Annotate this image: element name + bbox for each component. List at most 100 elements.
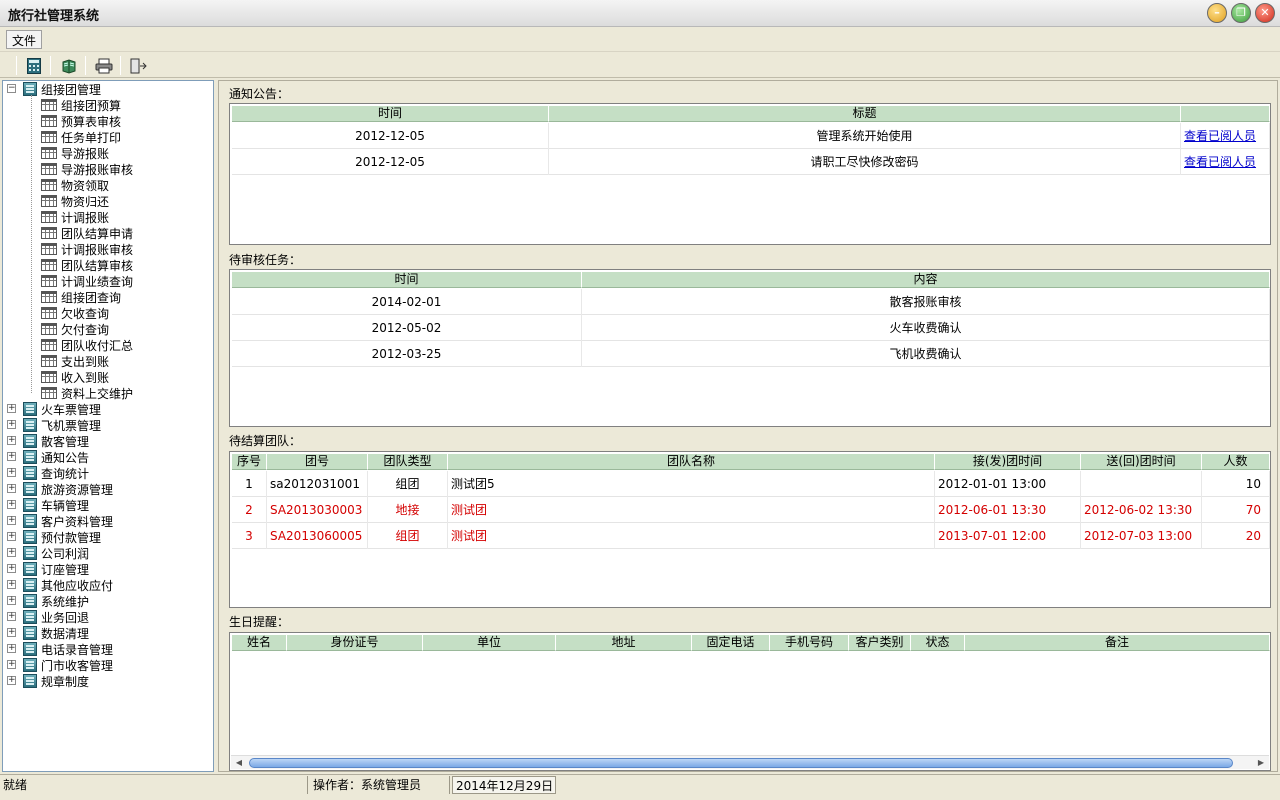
tree-item-child[interactable]: 计调报账审核	[3, 241, 133, 257]
tree-item-child[interactable]: 收入到账	[3, 369, 109, 385]
expand-icon[interactable]: +	[7, 420, 16, 429]
tree-item-group[interactable]: + 车辆管理	[3, 497, 89, 513]
view-readers-link[interactable]: 查看已阅人员	[1184, 155, 1256, 169]
tree-item-group[interactable]: + 门市收客管理	[3, 657, 113, 673]
table-row[interactable]: 2014-02-01 散客报账审核	[232, 289, 1270, 315]
expand-icon[interactable]: +	[7, 596, 16, 605]
calculator-icon[interactable]	[22, 55, 46, 76]
horizontal-scrollbar[interactable]: ◀ ▶	[231, 755, 1269, 769]
tree-item-group[interactable]: + 通知公告	[3, 449, 89, 465]
table-row[interactable]: 1 sa2012031001 组团 测试团5 2012-01-01 13:00 10	[232, 471, 1270, 497]
column-header[interactable]: 送(回)团时间	[1081, 454, 1202, 470]
column-header[interactable]: 序号	[232, 454, 267, 470]
exit-icon[interactable]	[126, 55, 150, 76]
tree-item-group[interactable]: + 规章制度	[3, 673, 89, 689]
expand-icon[interactable]: +	[7, 436, 16, 445]
tree-item-group[interactable]: + 电话录音管理	[3, 641, 113, 657]
expand-icon[interactable]: +	[7, 548, 16, 557]
tree-item-child[interactable]: 团队结算审核	[3, 257, 133, 273]
tree-item-child[interactable]: 物资归还	[3, 193, 109, 209]
print-icon[interactable]	[92, 55, 116, 76]
tree-item-group[interactable]: + 系统维护	[3, 593, 89, 609]
tree-item-child[interactable]: 组接团查询	[3, 289, 121, 305]
column-header[interactable]: 状态	[911, 635, 965, 651]
expand-icon[interactable]: +	[7, 628, 16, 637]
column-header[interactable]: 标题	[549, 106, 1181, 122]
table-row[interactable]: 2012-12-05 请职工尽快修改密码 查看已阅人员	[232, 149, 1270, 175]
tree-item-child[interactable]: 欠收查询	[3, 305, 109, 321]
tree-item-child[interactable]: 组接团预算	[3, 97, 121, 113]
expand-icon[interactable]: +	[7, 564, 16, 573]
tree-item-child[interactable]: 物资领取	[3, 177, 109, 193]
expand-icon[interactable]: +	[7, 660, 16, 669]
tree-item-group[interactable]: + 查询统计	[3, 465, 89, 481]
expand-icon[interactable]: +	[7, 468, 16, 477]
tree-item-group[interactable]: + 订座管理	[3, 561, 89, 577]
book-icon[interactable]	[57, 55, 81, 76]
table-row[interactable]: 3 SA2013060005 组团 测试团 2013-07-01 12:00 2012-0…	[232, 523, 1270, 549]
column-header[interactable]: 姓名	[232, 635, 287, 651]
column-header[interactable]: 时间	[232, 272, 582, 288]
scroll-right-icon[interactable]: ▶	[1255, 757, 1267, 769]
expand-icon[interactable]: +	[7, 580, 16, 589]
collapse-icon[interactable]: −	[7, 84, 16, 93]
tree-item-child[interactable]: 计调报账	[3, 209, 109, 225]
tree-item-group[interactable]: + 飞机票管理	[3, 417, 101, 433]
table-row[interactable]: 2012-12-05 管理系统开始使用 查看已阅人员	[232, 123, 1270, 149]
column-header[interactable]	[1181, 106, 1270, 122]
expand-icon[interactable]: +	[7, 452, 16, 461]
column-header[interactable]: 时间	[232, 106, 549, 122]
column-header[interactable]: 团队名称	[448, 454, 935, 470]
tree-item-group[interactable]: + 数据清理	[3, 625, 89, 641]
table-row[interactable]: 2 SA2013030003 地接 测试团 2012-06-01 13:30 2012-0…	[232, 497, 1270, 523]
column-header[interactable]: 人数	[1202, 454, 1270, 470]
tree-item-group[interactable]: + 业务回退	[3, 609, 89, 625]
menu-file[interactable]: 文件	[6, 30, 43, 49]
close-button[interactable]: ✕	[1255, 3, 1275, 23]
expand-icon[interactable]: +	[7, 404, 16, 413]
tree-item-child[interactable]: 预算表审核	[3, 113, 121, 129]
tree-item-child[interactable]: 团队收付汇总	[3, 337, 133, 353]
tree-item-group[interactable]: + 预付款管理	[3, 529, 101, 545]
column-header[interactable]: 内容	[582, 272, 1270, 288]
tree-item-child[interactable]: 欠付查询	[3, 321, 109, 337]
tree-item-group[interactable]: + 散客管理	[3, 433, 89, 449]
tree-item-group[interactable]: + 其他应收应付	[3, 577, 113, 593]
column-header[interactable]: 客户类别	[849, 635, 911, 651]
tree-item-child[interactable]: 导游报账审核	[3, 161, 133, 177]
column-header[interactable]: 备注	[965, 635, 1270, 651]
scroll-thumb[interactable]	[249, 758, 1233, 768]
tree-item-child[interactable]: 任务单打印	[3, 129, 121, 145]
expand-icon[interactable]: +	[7, 676, 16, 685]
tree-item-child[interactable]: 团队结算申请	[3, 225, 133, 241]
column-header[interactable]: 手机号码	[770, 635, 849, 651]
scroll-left-icon[interactable]: ◀	[233, 757, 245, 769]
view-readers-link[interactable]: 查看已阅人员	[1184, 129, 1256, 143]
navigation-tree[interactable]: − 组接团管理 组接团预算 预算表审核 任务单打印 导游报账 导游报账审核 物资领取 物资归还计…	[2, 80, 214, 772]
column-header[interactable]: 单位	[423, 635, 556, 651]
tree-item-child[interactable]: 计调业绩查询	[3, 273, 133, 289]
table-row[interactable]: 2012-03-25 飞机收费确认	[232, 341, 1270, 367]
expand-icon[interactable]: +	[7, 516, 16, 525]
expand-icon[interactable]: +	[7, 532, 16, 541]
tree-item-group[interactable]: + 火车票管理	[3, 401, 101, 417]
tree-item-group[interactable]: + 客户资料管理	[3, 513, 113, 529]
minimize-button[interactable]: –	[1207, 3, 1227, 23]
expand-icon[interactable]: +	[7, 644, 16, 653]
tree-item-child[interactable]: 导游报账	[3, 145, 109, 161]
column-header[interactable]: 团队类型	[368, 454, 448, 470]
tree-item-child[interactable]: 资料上交维护	[3, 385, 133, 401]
tree-item-child[interactable]: 支出到账	[3, 353, 109, 369]
expand-icon[interactable]: +	[7, 500, 16, 509]
column-header[interactable]: 地址	[556, 635, 692, 651]
tree-item-root[interactable]: − 组接团管理	[3, 81, 101, 97]
expand-icon[interactable]: +	[7, 484, 16, 493]
column-header[interactable]: 固定电话	[692, 635, 770, 651]
column-header[interactable]: 接(发)团时间	[935, 454, 1081, 470]
tree-item-group[interactable]: + 旅游资源管理	[3, 481, 113, 497]
expand-icon[interactable]: +	[7, 612, 16, 621]
column-header[interactable]: 团号	[267, 454, 368, 470]
table-row[interactable]: 2012-05-02 火车收费确认	[232, 315, 1270, 341]
restore-button[interactable]: ❐	[1231, 3, 1251, 23]
tree-item-group[interactable]: + 公司利润	[3, 545, 89, 561]
